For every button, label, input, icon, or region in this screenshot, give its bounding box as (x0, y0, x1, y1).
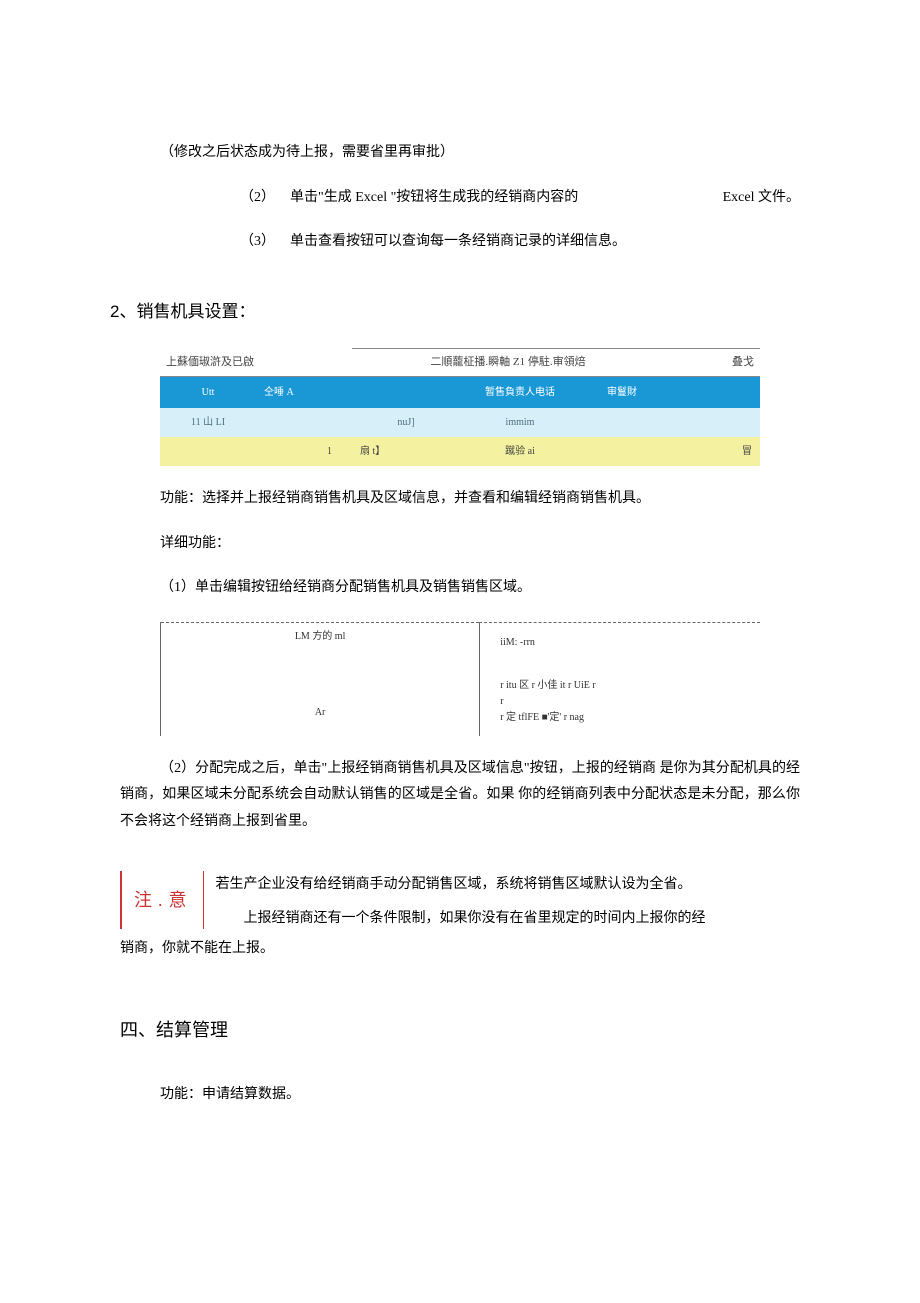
cell: 二順蘢柾播.瞬軸 Z1 停駐.审領焙 (352, 349, 664, 377)
table-sales-machine: 上蘇偭琡滸及已啟 二順蘢柾播.瞬軸 Z1 停駐.审領焙 叠戈 Utt 仝唾 A … (160, 348, 760, 466)
header-cell: 审鬘財 (580, 376, 664, 408)
diagram-lines: r itu 区 r 小佳 it r UiE r r r 定 tflFE ■'定'… (500, 678, 752, 726)
table-row: 上蘇偭琡滸及已啟 二順蘢柾播.瞬軸 Z1 停駐.审領焙 叠戈 (160, 349, 760, 377)
note-continuation: 销商，你就不能在上报。 (120, 935, 800, 963)
note-line: 上报经销商还有一个条件限制，如果你没有在省里规定的时间内上报你的经 (216, 905, 801, 933)
text: （修改之后状态成为待上报，需要省里再审批） (160, 145, 454, 160)
cell: 上蘇偭琡滸及已啟 (160, 349, 352, 377)
section-2-title: 2、销售机具设置： (110, 296, 800, 328)
cell: 蹴验 ai (460, 437, 580, 466)
note-label: 注.意 (120, 871, 204, 929)
cell (160, 437, 256, 466)
paragraph: （2）分配完成之后，单击"上报经销商销售机具及区域信息"按钮，上报的经销商 是你… (120, 756, 800, 836)
paragraph: 功能：选择并上报经销商销售机具及区域信息，并查看和编辑经销商销售机具。 (120, 486, 800, 513)
table-row: 1 扇 t】 蹴验 ai 冒 (160, 437, 760, 466)
header-cell (664, 376, 760, 408)
cell: nuJ] (352, 408, 460, 437)
diagram-left-pane: LM 方的 ml Ar (161, 622, 479, 736)
section-4-title: 四、结算管理 (120, 1013, 800, 1047)
allocation-diagram: LM 方的 ml Ar iiM: -rrn r itu 区 r 小佳 it r … (160, 622, 760, 736)
table-row: 11 山 LI nuJ] immim (160, 408, 760, 437)
list-number: （3） (240, 229, 290, 256)
cell (580, 408, 664, 437)
paragraph: 功能：申请结算数据。 (120, 1082, 800, 1109)
list-number: （2） (240, 185, 290, 212)
note-line: 若生产企业没有给经销商手动分配销售区域，系统将销售区域默认设为全省。 (216, 871, 801, 899)
text: 单击"生成 Excel "按钮将生成我的经销商内容的 (290, 185, 633, 212)
text: （2）分配完成之后，单击"上报经销商销售机具及区域信息"按钮，上报的经销商 是你… (120, 761, 800, 829)
intro-line-0: （修改之后状态成为待上报，需要省里再审批） (120, 140, 800, 167)
header-cell: Utt (160, 376, 256, 408)
table: 上蘇偭琡滸及已啟 二順蘢柾播.瞬軸 Z1 停駐.审領焙 叠戈 Utt 仝唾 A … (160, 348, 760, 466)
diagram-line: r (500, 694, 752, 710)
cell (580, 437, 664, 466)
diagram-header: iiM: -rrn (500, 633, 752, 652)
paragraph: 详细功能： (120, 531, 800, 558)
cell: 1 (256, 437, 352, 466)
cell: 11 山 LI (160, 408, 256, 437)
cell: 叠戈 (664, 349, 760, 377)
header-cell: 仝唾 A (256, 376, 352, 408)
header-cell (352, 376, 460, 408)
paragraph: （1）单击编辑按钮给经销商分配销售机具及销售销售区域。 (120, 575, 800, 602)
cell (256, 408, 352, 437)
cell: immim (460, 408, 580, 437)
cell: 扇 t】 (352, 437, 460, 466)
note-box: 注.意 若生产企业没有给经销商手动分配销售区域，系统将销售区域默认设为全省。 上… (120, 871, 800, 933)
diagram-label: Ar (169, 703, 471, 722)
text: 单击查看按钮可以查询每一条经销商记录的详细信息。 (290, 229, 800, 256)
diagram-line: r 定 tflFE ■'定' r nag (500, 710, 752, 726)
cell (664, 408, 760, 437)
text-excel-file: Excel 文件。 (723, 185, 800, 212)
header-cell: 暂售負责人电话 (460, 376, 580, 408)
diagram-right-pane: iiM: -rrn r itu 区 r 小佳 it r UiE r r r 定 … (479, 622, 760, 736)
diagram-line: r itu 区 r 小佳 it r UiE r (500, 678, 752, 694)
table-header-row: Utt 仝唾 A 暂售負责人电话 审鬘財 (160, 376, 760, 408)
cell: 冒 (664, 437, 760, 466)
intro-line-2: （3） 单击查看按钮可以查询每一条经销商记录的详细信息。 (120, 229, 800, 256)
intro-line-1: （2） 单击"生成 Excel "按钮将生成我的经销商内容的 Excel 文件。 (120, 185, 800, 212)
note-content: 若生产企业没有给经销商手动分配销售区域，系统将销售区域默认设为全省。 上报经销商… (204, 871, 801, 933)
text: 上报经销商还有一个条件限制，如果你没有在省里规定的时间内上报你的经 (244, 911, 706, 926)
diagram-label: LM 方的 ml (295, 627, 346, 646)
